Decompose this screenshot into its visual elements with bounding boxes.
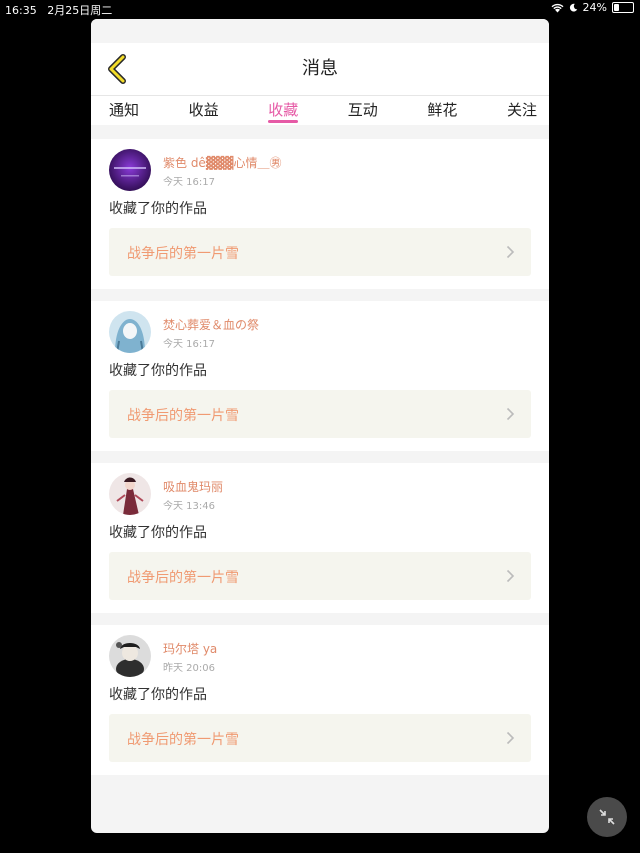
message-panel: 消息 通知 收益 收藏 互动 鲜花 关注 紫色 dê▓▓▓心情＿㊚ 今天 16:… xyxy=(91,19,549,833)
username[interactable]: 焚心葬爱＆血の祭 xyxy=(163,316,259,333)
username[interactable]: 吸血鬼玛丽 xyxy=(163,478,223,495)
work-link[interactable]: 战争后的第一片雪 xyxy=(109,390,531,438)
action-text: 收藏了你的作品 xyxy=(109,525,207,541)
work-link[interactable]: 战争后的第一片雪 xyxy=(109,714,531,762)
page-title: 消息 xyxy=(302,58,338,79)
timestamp: 今天 16:17 xyxy=(163,177,215,188)
message-header: 吸血鬼玛丽 今天 13:46 xyxy=(109,473,531,519)
work-title: 战争后的第一片雪 xyxy=(127,408,239,424)
timestamp: 今天 16:17 xyxy=(163,339,215,350)
chevron-left-icon[interactable] xyxy=(99,51,139,87)
status-bar: 16:35 2月25日周二 24% xyxy=(0,0,640,18)
avatar[interactable] xyxy=(109,149,151,191)
action-text: 收藏了你的作品 xyxy=(109,687,207,703)
message-item: 玛尔塔 ya 昨天 20:06 收藏了你的作品 战争后的第一片雪 xyxy=(91,625,549,775)
avatar[interactable] xyxy=(109,635,151,677)
tab-earnings[interactable]: 收益 xyxy=(189,96,219,125)
work-link[interactable]: 战争后的第一片雪 xyxy=(109,552,531,600)
timestamp: 昨天 20:06 xyxy=(163,663,215,674)
battery-icon xyxy=(612,2,634,13)
username[interactable]: 玛尔塔 ya xyxy=(163,640,217,657)
message-item: 焚心葬爱＆血の祭 今天 16:17 收藏了你的作品 战争后的第一片雪 xyxy=(91,301,549,451)
header: 消息 xyxy=(91,43,549,95)
work-link[interactable]: 战争后的第一片雪 xyxy=(109,228,531,276)
tab-follows[interactable]: 关注 xyxy=(507,96,537,125)
chevron-right-icon xyxy=(506,569,515,583)
timestamp: 今天 13:46 xyxy=(163,501,215,512)
collapse-icon xyxy=(599,809,615,825)
tabs-gap xyxy=(91,125,549,139)
panel-top-strip xyxy=(91,19,549,43)
moon-icon xyxy=(569,3,577,12)
tab-favorites[interactable]: 收藏 xyxy=(268,96,299,125)
chevron-right-icon xyxy=(506,731,515,745)
status-right: 24% xyxy=(551,1,634,14)
tab-notifications[interactable]: 通知 xyxy=(109,96,139,125)
message-header: 紫色 dê▓▓▓心情＿㊚ 今天 16:17 xyxy=(109,149,531,195)
message-item: 紫色 dê▓▓▓心情＿㊚ 今天 16:17 收藏了你的作品 战争后的第一片雪 xyxy=(91,139,549,289)
username[interactable]: 紫色 dê▓▓▓心情＿㊚ xyxy=(163,154,282,171)
wifi-icon xyxy=(551,3,564,12)
avatar[interactable] xyxy=(109,473,151,515)
work-title: 战争后的第一片雪 xyxy=(127,732,239,748)
message-item: 吸血鬼玛丽 今天 13:46 收藏了你的作品 战争后的第一片雪 xyxy=(91,463,549,613)
avatar[interactable] xyxy=(109,311,151,353)
battery-level xyxy=(614,4,619,11)
status-time-date: 16:35 2月25日周二 xyxy=(5,2,112,18)
tab-interactions[interactable]: 互动 xyxy=(348,96,378,125)
tab-flowers[interactable]: 鲜花 xyxy=(427,96,457,125)
action-text: 收藏了你的作品 xyxy=(109,363,207,379)
action-text: 收藏了你的作品 xyxy=(109,201,207,217)
status-time: 16:35 xyxy=(5,4,37,17)
message-header: 玛尔塔 ya 昨天 20:06 xyxy=(109,635,531,681)
chevron-right-icon xyxy=(506,407,515,421)
collapse-button[interactable] xyxy=(587,797,627,837)
work-title: 战争后的第一片雪 xyxy=(127,570,239,586)
status-date: 2月25日周二 xyxy=(47,4,113,17)
chevron-right-icon xyxy=(506,245,515,259)
message-header: 焚心葬爱＆血の祭 今天 16:17 xyxy=(109,311,531,357)
battery-percent: 24% xyxy=(582,1,607,14)
tab-bar: 通知 收益 收藏 互动 鲜花 关注 xyxy=(91,95,549,125)
work-title: 战争后的第一片雪 xyxy=(127,246,239,262)
